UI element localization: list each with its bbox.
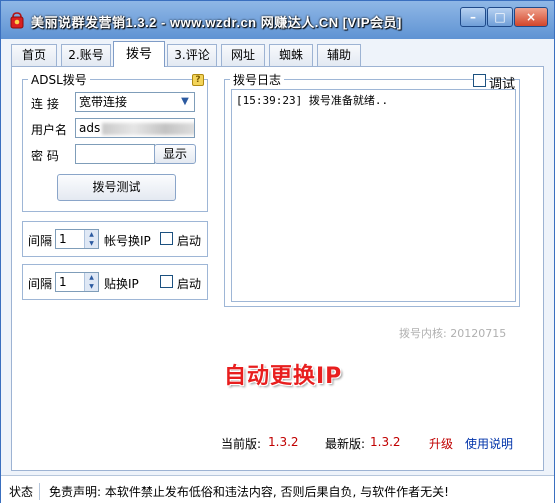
tab-home[interactable]: 首页 [11, 44, 57, 66]
maximize-button[interactable]: □ [487, 7, 513, 27]
account-interval-value: 1 [59, 232, 67, 246]
core-version: 拨号内核: 20120715 [399, 327, 507, 340]
connection-label: 连 接 [31, 97, 59, 111]
app-bag-icon [10, 12, 24, 29]
latest-version-value: 1.3.2 [370, 435, 401, 449]
post-switch-label: 贴换IP [104, 277, 139, 291]
current-version-label: 当前版: [221, 437, 262, 451]
close-button[interactable]: × [514, 7, 548, 27]
tab-account[interactable]: 2.账号 [61, 44, 111, 66]
auto-change-ip-banner: 自动更换IP [224, 364, 343, 389]
tab-spider[interactable]: 蜘蛛 [269, 44, 313, 66]
connection-value: 宽带连接 [79, 95, 128, 109]
app-window: 美丽说群发营销1.3.2 - www.wzdr.cn 网赚达人.CN [VIP会… [0, 0, 555, 503]
account-auto-label: 启动 [177, 234, 202, 248]
tab-assist[interactable]: 辅助 [317, 44, 361, 66]
spin-up-icon[interactable]: ▲ [84, 230, 98, 239]
adsl-group-title: ADSL拨号 [31, 73, 87, 87]
password-label: 密 码 [31, 149, 59, 163]
status-bar: 状态 免责声明: 本软件禁止发布低俗和违法内容, 否则后果自负, 与软件作者无关… [1, 475, 554, 503]
dial-log-textarea[interactable]: [15:39:23] 拨号准备就绪.. [231, 89, 516, 302]
latest-version-label: 最新版: [325, 437, 366, 451]
dial-test-button[interactable]: 拨号测试 [57, 174, 176, 201]
window-title: 美丽说群发营销1.3.2 - www.wzdr.cn 网赚达人.CN [VIP会… [31, 15, 402, 30]
password-field[interactable] [75, 144, 155, 164]
connection-select[interactable]: 宽带连接 ▼ [75, 92, 195, 112]
current-version-value: 1.3.2 [268, 435, 299, 449]
show-password-button[interactable]: 显示 [154, 144, 196, 164]
username-field[interactable]: ads [75, 118, 195, 138]
post-interval-label: 间隔 [28, 277, 53, 291]
spin-up-icon[interactable]: ▲ [84, 273, 98, 282]
status-label: 状态 [9, 483, 41, 500]
account-interval-label: 间隔 [28, 234, 53, 248]
redacted-username [102, 122, 194, 135]
chevron-down-icon[interactable]: ▼ [177, 94, 193, 110]
log-line: [15:39:23] 拨号准备就绪.. [236, 94, 389, 107]
log-group-title: 拨号日志 [233, 73, 282, 87]
account-interval-stepper[interactable]: 1 ▲ ▼ [55, 229, 99, 249]
account-switch-label: 帐号换IP [104, 234, 151, 248]
username-label: 用户名 [31, 123, 68, 137]
post-auto-label: 启动 [177, 277, 202, 291]
post-interval-value: 1 [59, 275, 67, 289]
debug-checkbox[interactable] [473, 74, 486, 87]
spin-down-icon[interactable]: ▼ [84, 239, 98, 248]
spin-down-icon[interactable]: ▼ [84, 282, 98, 291]
minimize-button[interactable]: – [460, 7, 486, 27]
title-bar[interactable]: 美丽说群发营销1.3.2 - www.wzdr.cn 网赚达人.CN [VIP会… [1, 1, 554, 39]
help-icon[interactable]: ? [192, 74, 204, 86]
tab-comment[interactable]: 3.评论 [167, 44, 217, 66]
tab-dial[interactable]: 拨号 [113, 41, 165, 67]
account-auto-checkbox[interactable] [160, 232, 173, 245]
username-value: ads [79, 121, 101, 135]
tab-url[interactable]: 网址 [221, 44, 265, 66]
post-interval-stepper[interactable]: 1 ▲ ▼ [55, 272, 99, 292]
upgrade-link[interactable]: 升级 [429, 435, 453, 452]
post-auto-checkbox[interactable] [160, 275, 173, 288]
help-link[interactable]: 使用说明 [465, 435, 513, 452]
status-text: 免责声明: 本软件禁止发布低俗和违法内容, 否则后果自负, 与软件作者无关! [49, 485, 449, 499]
